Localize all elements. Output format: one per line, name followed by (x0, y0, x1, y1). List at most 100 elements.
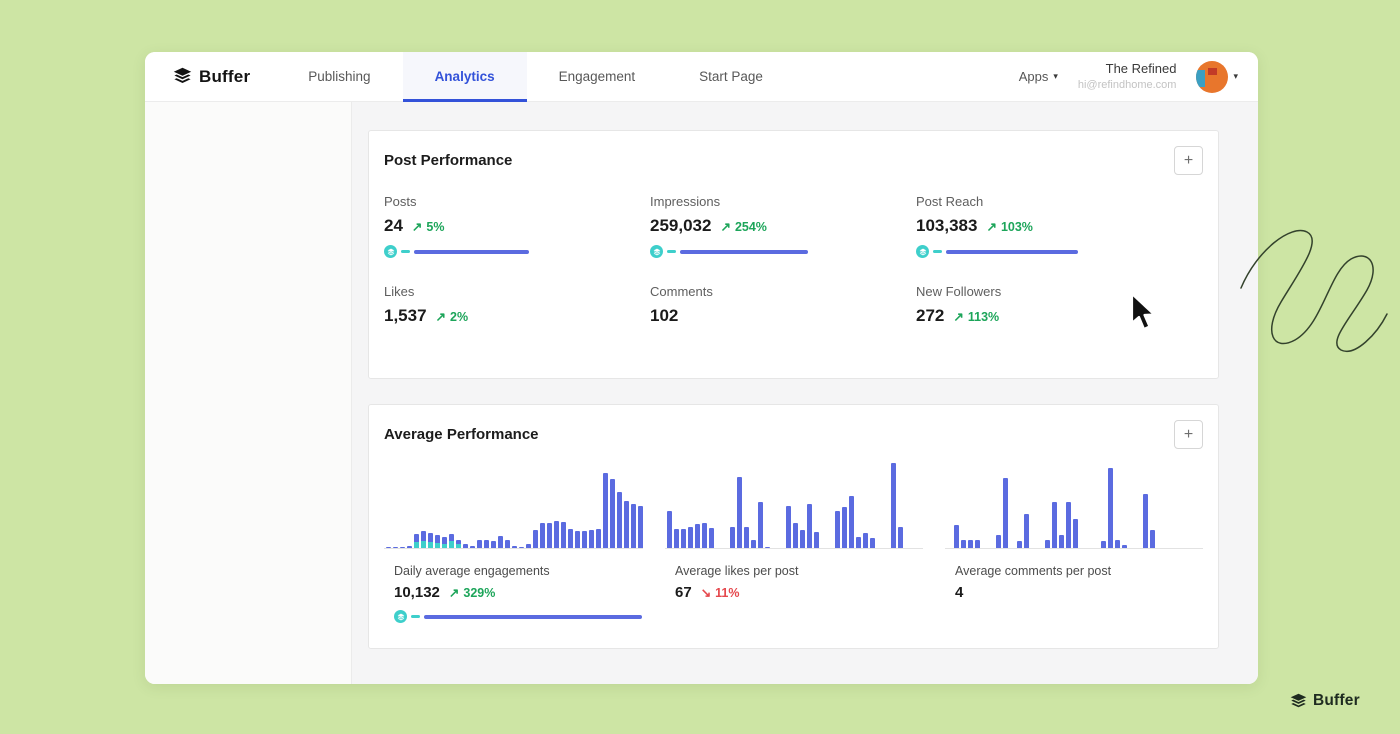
tab-engagement[interactable]: Engagement (527, 52, 668, 101)
chart-bar (1017, 541, 1022, 548)
metric: Impressions259,032↗254% (650, 194, 916, 258)
chart-bar (407, 546, 412, 548)
top-nav: Buffer PublishingAnalyticsEngagementStar… (145, 52, 1258, 102)
chart-bar (540, 523, 545, 548)
chart-bar (386, 547, 391, 548)
tab-start-page[interactable]: Start Page (667, 52, 795, 101)
user-info: The Refined hi@refindhome.com (1078, 60, 1177, 92)
metric: Likes1,537↗2% (384, 284, 650, 326)
avg-chart (384, 460, 643, 549)
trend-down-icon: ↘ (701, 585, 711, 600)
comparison-sparkbar (916, 245, 1182, 258)
chart-bar (758, 502, 763, 548)
apps-menu[interactable]: Apps ▾ (1019, 69, 1058, 84)
chart-bar (449, 534, 454, 548)
metric-label: Post Reach (916, 194, 1182, 209)
spark-previous-segment (411, 615, 420, 618)
trend-percent: 329% (463, 586, 495, 600)
metric-value-row: 102 (650, 306, 916, 326)
chart-bar (414, 534, 419, 548)
chart-bar (547, 523, 552, 548)
trend-percent: 11% (715, 586, 739, 600)
trend-percent: 5% (426, 220, 444, 234)
chart-bar (765, 547, 770, 548)
chart-bar (470, 546, 475, 548)
chart-bar (1066, 502, 1071, 548)
chart-bar (807, 504, 812, 548)
chart-bar (589, 530, 594, 549)
metric-value-row: 4 (955, 584, 1203, 601)
add-widget-button[interactable]: + (1174, 146, 1203, 175)
metric-value-row: 103,383 ↗103% (916, 216, 1182, 236)
average-performance-title: Average Performance (369, 405, 1218, 443)
buffer-logo[interactable]: Buffer (145, 52, 276, 101)
chart-bar (842, 507, 847, 548)
chart-bar (968, 540, 973, 548)
chart-bar-overlay (442, 544, 447, 548)
buffer-stack-icon (173, 67, 192, 86)
post-performance-card: Post Performance + Posts24↗5%Impressions… (368, 130, 1219, 379)
chart-bar (498, 536, 503, 548)
chart-bar (898, 527, 903, 548)
chart-bar (617, 492, 622, 548)
account-menu[interactable]: ▾ (1196, 61, 1238, 93)
add-widget-button[interactable]: + (1174, 420, 1203, 449)
spark-current-segment (680, 250, 808, 254)
metric: Post Reach 103,383 ↗103% (916, 194, 1182, 258)
chart-bar (1024, 514, 1029, 548)
chart-bar (1052, 502, 1057, 548)
trend-up-icon: ↗ (720, 219, 730, 234)
comparison-sparkbar (650, 245, 916, 258)
chart-bar (477, 540, 482, 548)
chart-bar (526, 544, 531, 548)
mouse-cursor (1128, 292, 1156, 332)
metric-label: Comments (650, 284, 916, 299)
chart-bar-overlay (414, 542, 419, 548)
chart-bar (1150, 530, 1155, 548)
chart-bar (674, 529, 679, 548)
chart-bar (624, 501, 629, 548)
chart-bar (484, 540, 489, 548)
chart-bar (695, 524, 700, 548)
average-performance-card: Average Performance + Daily average enga… (368, 404, 1219, 649)
chart-bar (393, 547, 398, 548)
chart-bar (954, 525, 959, 548)
chevron-down-icon: ▾ (1233, 71, 1238, 82)
buffer-stack-icon (1290, 693, 1307, 710)
chart-bar (1045, 540, 1050, 548)
metric-value-row: 1,537↗2% (384, 306, 650, 326)
chart-bar (1108, 468, 1113, 548)
chart-bar (751, 540, 756, 548)
chart-bar (793, 523, 798, 549)
trend-percent: 254% (735, 220, 767, 234)
spark-previous-segment (933, 250, 942, 253)
chart-bar (730, 527, 735, 548)
chart-bar (996, 535, 1001, 548)
trend-badge: ↗103% (986, 219, 1032, 234)
channel-avatar-icon (384, 245, 397, 258)
metric: Daily average engagements10,132↗329% (384, 549, 643, 623)
metric-value: 103,383 (916, 216, 977, 236)
chart-bar (603, 473, 608, 548)
chart-bar (533, 530, 538, 548)
metric-value: 1,537 (384, 306, 427, 326)
metric-value: 67 (675, 584, 692, 601)
tab-publishing[interactable]: Publishing (276, 52, 402, 101)
trend-percent: 103% (1001, 220, 1033, 234)
chart-bar (849, 496, 854, 548)
tab-analytics[interactable]: Analytics (403, 52, 527, 101)
chart-bar-overlay (456, 544, 461, 548)
chart-bar (709, 528, 714, 548)
trend-percent: 2% (450, 310, 468, 324)
spark-previous-segment (667, 250, 676, 253)
post-performance-grid: Posts24↗5%Impressions259,032↗254%Post Re… (369, 169, 1218, 326)
channel-avatar-icon (650, 245, 663, 258)
chart-bar (786, 506, 791, 548)
avatar (1196, 61, 1228, 93)
metric-value-row: 24↗5% (384, 216, 650, 236)
metric: Comments 102 (650, 284, 916, 326)
squiggle-doodle (1235, 222, 1395, 357)
post-performance-title: Post Performance (369, 131, 1218, 169)
chart-bar (667, 511, 672, 548)
chart-bar (681, 529, 686, 548)
